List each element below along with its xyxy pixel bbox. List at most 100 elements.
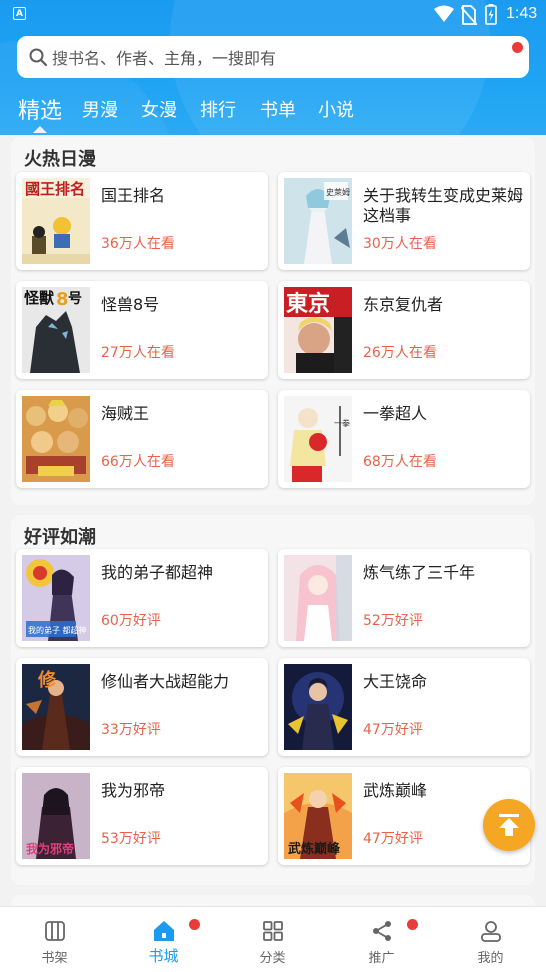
comic-title: 东京复仇者 [363, 295, 444, 314]
notification-dot [407, 919, 418, 930]
rating-count: 60万好评 [101, 613, 161, 629]
comic-cover: 國王排名 [22, 178, 90, 264]
rating-count: 47万好评 [363, 831, 423, 847]
notification-dot [512, 42, 523, 53]
comic-title: 武炼巅峰 [363, 781, 428, 800]
comic-title: 大王饶命 [363, 672, 428, 691]
comic-title: 关于我转生变成史莱姆这档事 [363, 186, 524, 225]
section-hot-manga: 火热日漫 國王排名 国王排名 36万人在看 史萊姆 关于我转生变成史莱姆这档事 … [11, 137, 535, 505]
comic-card[interactable]: 大王饶命 47万好评 [278, 658, 530, 756]
comic-card[interactable]: 炼气练了三千年 52万好评 [278, 549, 530, 647]
comic-card[interactable]: 我的弟子 都超神 我的弟子都超神 60万好评 [16, 549, 268, 647]
svg-text:史萊姆: 史萊姆 [326, 187, 350, 197]
reader-count: 26万人在看 [363, 345, 437, 361]
comic-card[interactable]: 一拳 一拳超人 68万人在看 [278, 390, 530, 488]
comic-title: 国王排名 [101, 186, 166, 205]
nav-promotion[interactable]: 推广 [327, 907, 436, 972]
nav-label: 书城 [148, 947, 179, 965]
comic-title: 炼气练了三千年 [363, 563, 476, 582]
svg-text:我为邪帝: 我为邪帝 [26, 841, 74, 856]
search-placeholder: 搜书名、作者、主角，一搜即有 [52, 49, 277, 68]
app-notification-icon: A [13, 7, 26, 20]
share-icon [373, 921, 391, 941]
comic-title: 一拳超人 [363, 404, 428, 423]
comic-cover [284, 555, 352, 641]
home-icon [154, 921, 174, 941]
comic-cover: 我为邪帝 [22, 773, 90, 859]
tab-novels[interactable]: 小说 [318, 96, 354, 122]
no-sim-icon [461, 5, 477, 25]
status-bar: A 1:43 [0, 0, 546, 30]
nav-category[interactable]: 分类 [218, 907, 327, 972]
section-title: 好评如潮 [24, 527, 96, 548]
nav-label: 分类 [259, 951, 286, 966]
rating-count: 47万好评 [363, 722, 423, 738]
section-title: 火热日漫 [24, 149, 96, 170]
svg-text:8: 8 [56, 289, 69, 310]
rating-count: 33万好评 [101, 722, 161, 738]
comic-title: 怪兽8号 [101, 295, 160, 314]
nav-label: 我的 [477, 951, 504, 966]
comic-cover [22, 396, 90, 482]
comic-card[interactable]: 海贼王 66万人在看 [16, 390, 268, 488]
reader-count: 36万人在看 [101, 236, 175, 252]
tab-female-comics[interactable]: 女漫 [141, 96, 177, 122]
profile-icon [481, 921, 501, 942]
clock: 1:43 [506, 5, 538, 22]
search-bar[interactable]: 搜书名、作者、主角，一搜即有 [17, 36, 529, 78]
arrow-up-icon [499, 814, 519, 836]
comic-cover: 修 [22, 664, 90, 750]
comic-card[interactable]: 我为邪帝 我为邪帝 53万好评 [16, 767, 268, 865]
search-icon [29, 48, 48, 67]
comic-title: 海贼王 [101, 404, 150, 423]
svg-text:東京: 東京 [286, 291, 330, 317]
nav-label: 推广 [368, 951, 395, 966]
bottom-navigation: 书架 书城 分类 推广 我的 [0, 906, 546, 972]
svg-text:武炼巅峰: 武炼巅峰 [288, 841, 341, 857]
comic-title: 我为邪帝 [101, 781, 166, 800]
comic-cover: 我的弟子 都超神 [22, 555, 90, 641]
rating-count: 52万好评 [363, 613, 423, 629]
category-tabs: 精选 男漫 女漫 排行 书单 小说 [0, 90, 546, 133]
svg-text:号: 号 [68, 291, 82, 307]
header: A 1:43 搜书名、作者、主角，一搜即有 精选 男漫 女漫 排行 书单 小说 [0, 0, 546, 135]
comic-cover: 武炼巅峰 [284, 773, 352, 859]
comic-card[interactable]: 國王排名 国王排名 36万人在看 [16, 172, 268, 270]
comic-card[interactable]: 史萊姆 关于我转生变成史莱姆这档事 30万人在看 [278, 172, 530, 270]
nav-profile[interactable]: 我的 [436, 907, 545, 972]
reader-count: 66万人在看 [101, 454, 175, 470]
comic-title: 我的弟子都超神 [101, 563, 214, 582]
comic-cover: 東京 [284, 287, 352, 373]
reader-count: 30万人在看 [363, 236, 437, 252]
tab-featured[interactable]: 精选 [18, 93, 62, 125]
battery-charging-icon [485, 4, 497, 25]
reader-count: 68万人在看 [363, 454, 437, 470]
comic-card[interactable]: 東京 东京复仇者 26万人在看 [278, 281, 530, 379]
svg-text:我的弟子 都超神: 我的弟子 都超神 [28, 625, 87, 635]
svg-text:國王排名: 國王排名 [25, 180, 85, 198]
comic-cover: 一拳 [284, 396, 352, 482]
category-icon [263, 921, 283, 941]
nav-label: 书架 [41, 951, 68, 966]
tab-ranking[interactable]: 排行 [200, 96, 236, 122]
comic-cover: 怪獸 8 号 [22, 287, 90, 373]
wifi-icon [434, 5, 454, 22]
nav-bookshelf[interactable]: 书架 [0, 907, 109, 972]
comic-card[interactable]: 修 修仙者大战超能力 33万好评 [16, 658, 268, 756]
svg-text:一拳: 一拳 [334, 418, 350, 428]
comic-card[interactable]: 怪獸 8 号 怪兽8号 27万人在看 [16, 281, 268, 379]
tab-male-comics[interactable]: 男漫 [82, 96, 118, 122]
bookshelf-icon [45, 921, 65, 941]
comic-cover: 史萊姆 [284, 178, 352, 264]
comic-cover [284, 664, 352, 750]
rating-count: 53万好评 [101, 831, 161, 847]
svg-text:修: 修 [37, 669, 57, 691]
notification-dot [189, 919, 200, 930]
tab-booklist[interactable]: 书单 [260, 96, 296, 122]
scroll-to-top-button[interactable] [483, 799, 535, 851]
reader-count: 27万人在看 [101, 345, 175, 361]
comic-title: 修仙者大战超能力 [101, 672, 230, 691]
svg-text:怪獸: 怪獸 [24, 289, 55, 307]
nav-bookstore[interactable]: 书城 [109, 907, 218, 972]
section-highly-rated: 好评如潮 我的弟子 都超神 我的弟子都超神 60万好评 炼气练了三千年 52万好… [11, 515, 535, 885]
